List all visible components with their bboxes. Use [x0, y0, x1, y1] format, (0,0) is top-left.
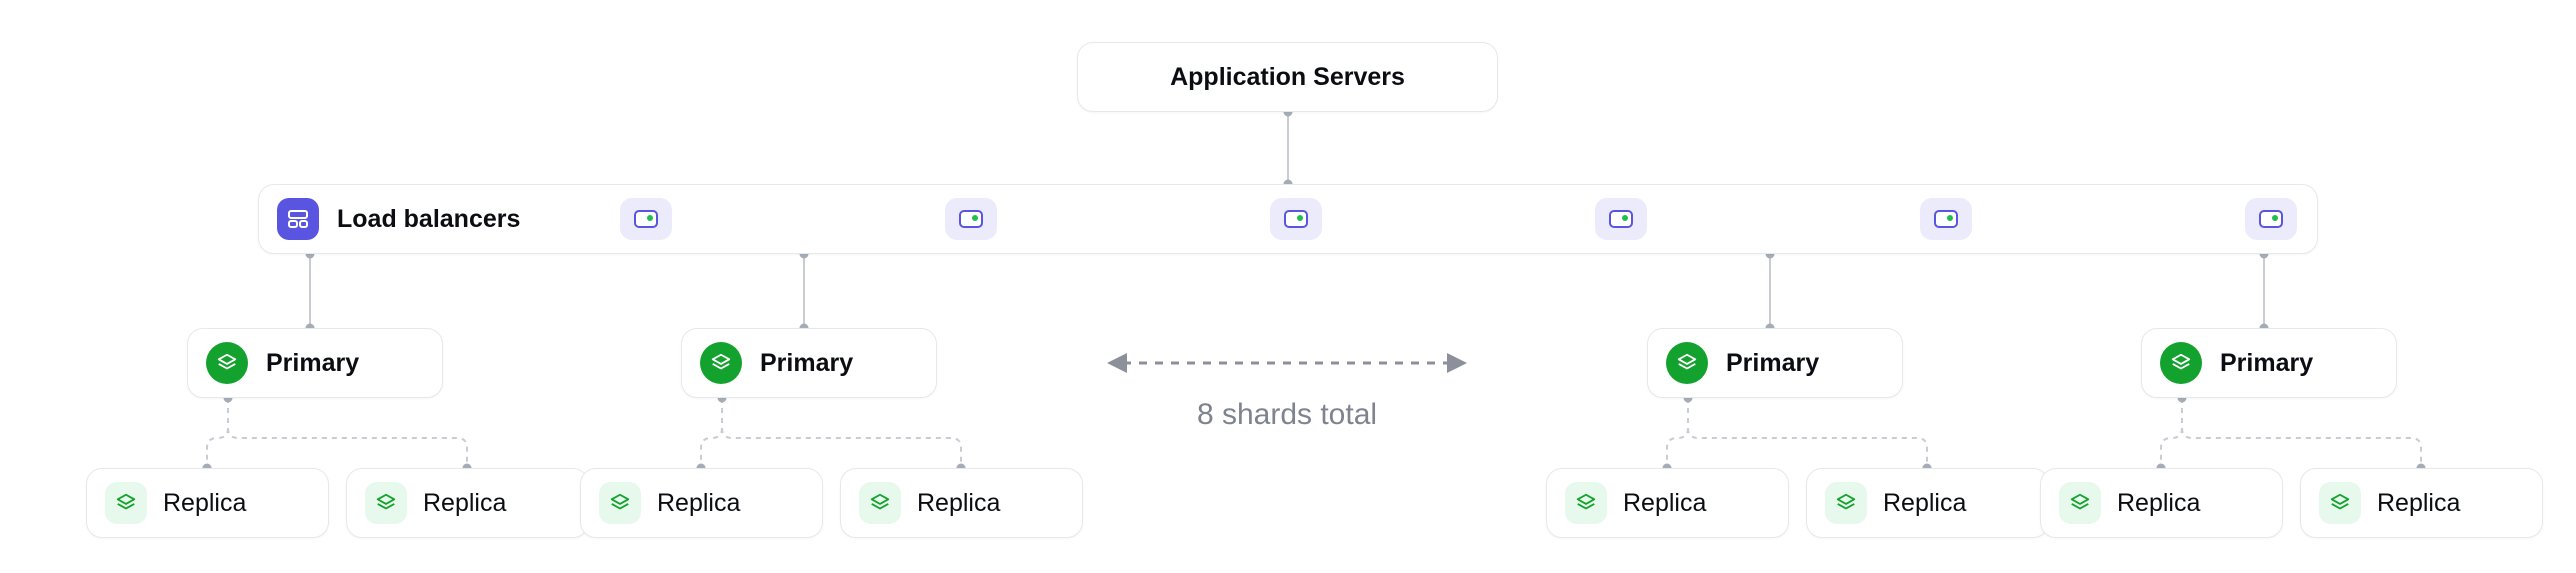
- database-icon: [1825, 482, 1867, 524]
- load-balancer-instance-icon: [1595, 198, 1647, 240]
- primary-label: Primary: [266, 349, 359, 378]
- primary-label: Primary: [2220, 349, 2313, 378]
- load-balancers-node: Load balancers: [258, 184, 2318, 254]
- primary-node: Primary: [1647, 328, 1903, 398]
- load-balancer-instance-icon: [1920, 198, 1972, 240]
- shards-total-label: 8 shards total: [1107, 398, 1467, 432]
- database-icon: [700, 342, 742, 384]
- database-icon: [859, 482, 901, 524]
- architecture-diagram: Application Servers Load balancers: [0, 0, 2576, 573]
- replica-node: Replica: [1546, 468, 1789, 538]
- load-balancer-icon: [277, 198, 319, 240]
- replica-label: Replica: [163, 489, 246, 518]
- replica-node: Replica: [2300, 468, 2543, 538]
- load-balancer-instance-icon: [945, 198, 997, 240]
- replica-label: Replica: [2117, 489, 2200, 518]
- replica-node: Replica: [346, 468, 589, 538]
- replica-node: Replica: [2040, 468, 2283, 538]
- replica-label: Replica: [657, 489, 740, 518]
- database-icon: [365, 482, 407, 524]
- primary-label: Primary: [760, 349, 853, 378]
- application-servers-label: Application Servers: [1170, 63, 1405, 92]
- replica-node: Replica: [86, 468, 329, 538]
- load-balancers-label: Load balancers: [337, 205, 520, 234]
- primary-node: Primary: [187, 328, 443, 398]
- replica-node: Replica: [840, 468, 1083, 538]
- database-icon: [1666, 342, 1708, 384]
- primary-node: Primary: [2141, 328, 2397, 398]
- replica-node: Replica: [580, 468, 823, 538]
- load-balancer-instance-icon: [620, 198, 672, 240]
- database-icon: [599, 482, 641, 524]
- database-icon: [2319, 482, 2361, 524]
- database-icon: [2160, 342, 2202, 384]
- primary-label: Primary: [1726, 349, 1819, 378]
- load-balancer-instance-icon: [2245, 198, 2297, 240]
- load-balancer-instance-icon: [1270, 198, 1322, 240]
- database-icon: [2059, 482, 2101, 524]
- replica-label: Replica: [2377, 489, 2460, 518]
- load-balancer-instances: [530, 198, 2297, 240]
- primary-node: Primary: [681, 328, 937, 398]
- replica-label: Replica: [917, 489, 1000, 518]
- database-icon: [105, 482, 147, 524]
- load-balancers-header: Load balancers: [277, 198, 520, 240]
- replica-node: Replica: [1806, 468, 2049, 538]
- application-servers-node: Application Servers: [1077, 42, 1498, 112]
- database-icon: [206, 342, 248, 384]
- replica-label: Replica: [423, 489, 506, 518]
- database-icon: [1565, 482, 1607, 524]
- replica-label: Replica: [1883, 489, 1966, 518]
- replica-label: Replica: [1623, 489, 1706, 518]
